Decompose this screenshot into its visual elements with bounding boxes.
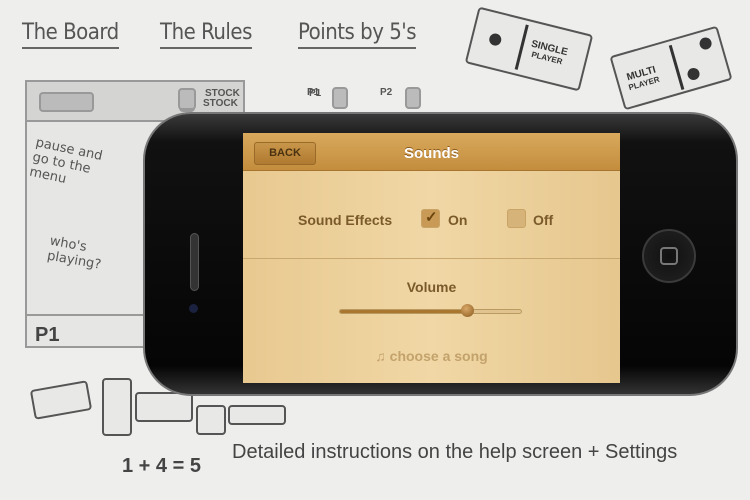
- single-player-button[interactable]: SINGLE PLAYER: [464, 6, 594, 92]
- volume-label: Volume: [406, 279, 457, 295]
- volume-knob[interactable]: [460, 304, 474, 317]
- choose-song-button[interactable]: ♫ choose a song: [243, 348, 620, 364]
- nav-points[interactable]: Points by 5's: [298, 20, 417, 49]
- p1-slot: [332, 87, 348, 109]
- on-checkbox[interactable]: ✓: [421, 209, 440, 228]
- equation: 1 + 4 = 5: [122, 455, 201, 477]
- nav-the-rules[interactable]: The Rules: [160, 20, 252, 49]
- on-label: On: [448, 212, 468, 228]
- speaker-icon: [190, 233, 199, 291]
- choose-song-label: choose a song: [389, 348, 488, 364]
- player-label: P1: [35, 324, 60, 346]
- p2-slot: [405, 87, 421, 109]
- off-label: Off: [533, 212, 554, 228]
- nav-the-board[interactable]: The Board: [22, 20, 119, 49]
- domino-sketch: [135, 392, 193, 422]
- off-checkbox[interactable]: [507, 209, 526, 228]
- multi-player-button[interactable]: MULTI PLAYER: [609, 25, 733, 111]
- divider: [243, 258, 620, 259]
- volume-slider[interactable]: [339, 304, 522, 317]
- stock-text: STOCK: [203, 98, 238, 109]
- domino-sketch: [196, 405, 226, 435]
- home-button[interactable]: [642, 229, 696, 283]
- screen-title: Sounds: [404, 145, 459, 162]
- nav-bar: BACK Sounds: [243, 133, 620, 171]
- domino-sketch: [228, 405, 286, 425]
- domino-sketch: [102, 378, 132, 436]
- music-note-icon: ♫: [375, 348, 390, 364]
- check-icon: ✓: [425, 209, 438, 226]
- camera-icon: [189, 304, 198, 313]
- stock-slot: [178, 88, 196, 110]
- sound-effects-label: Sound Effects: [298, 212, 393, 228]
- caption: Detailed instructions on the help screen…: [232, 441, 678, 463]
- sounds-screen: BACK Sounds Sound Effects ✓ On Off Volum…: [243, 133, 620, 383]
- p2-text: P2: [380, 87, 393, 98]
- p1-text: P1: [307, 87, 320, 98]
- domino-sketch: [29, 380, 93, 420]
